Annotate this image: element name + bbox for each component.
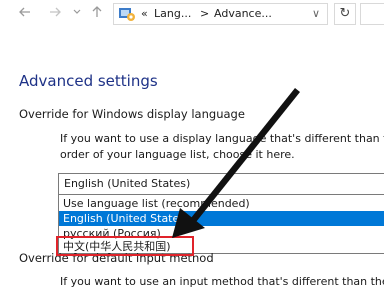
annotation-arrow <box>172 88 300 238</box>
